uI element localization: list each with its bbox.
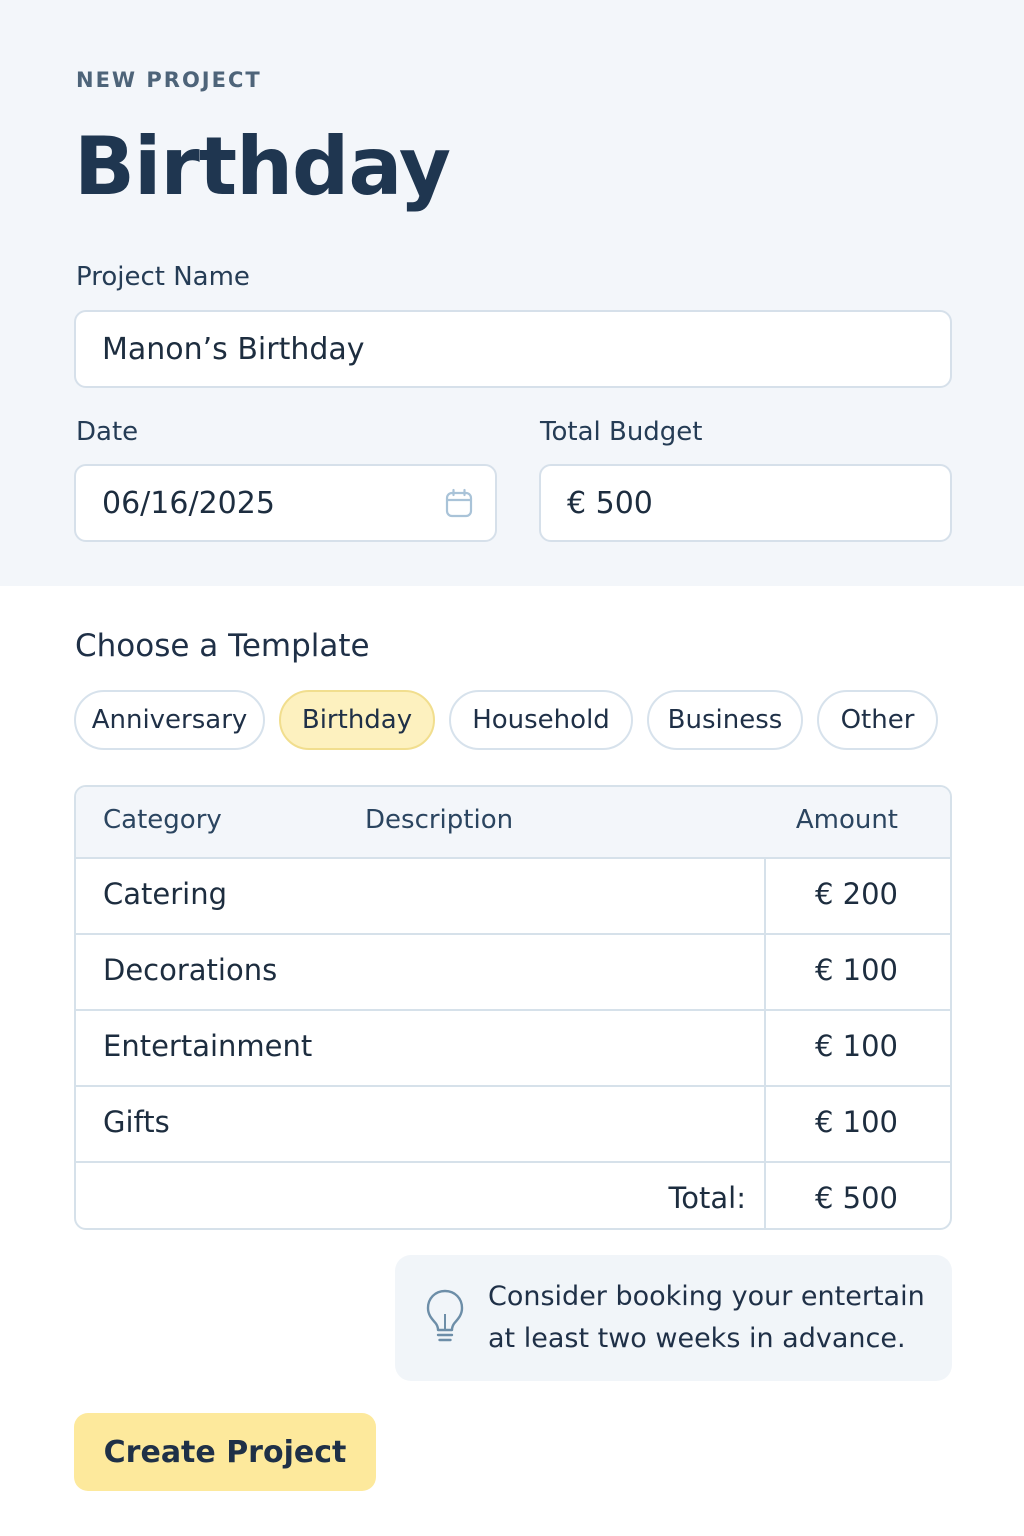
template-chip-other[interactable]: Other	[817, 690, 938, 750]
row-category: Entertainment	[103, 1029, 313, 1063]
row-category: Decorations	[103, 953, 278, 987]
row-category: Catering	[103, 877, 228, 911]
date-label: Date	[76, 417, 139, 447]
column-header-amount: Amount	[795, 805, 898, 835]
table-row[interactable]: Entertainment € 100	[76, 1009, 950, 1085]
project-name-input[interactable]: Manon’s Birthday	[74, 310, 952, 388]
calendar-icon[interactable]	[445, 488, 473, 518]
template-chip-business[interactable]: Business	[647, 690, 803, 750]
row-amount[interactable]: € 200	[815, 877, 898, 911]
tip-card: Consider booking your entertain at least…	[395, 1255, 952, 1381]
total-label: Total:	[668, 1181, 747, 1215]
project-name-label: Project Name	[76, 262, 250, 292]
row-category: Gifts	[103, 1105, 170, 1139]
budget-table: Category Description Amount Catering € 2…	[74, 785, 952, 1230]
budget-value: € 500	[567, 485, 653, 521]
tip-text-line-1: Consider booking your entertain	[488, 1281, 925, 1312]
row-amount[interactable]: € 100	[815, 1105, 898, 1139]
template-chip-household[interactable]: Household	[449, 690, 633, 750]
date-value: 06/16/2025	[102, 485, 275, 521]
header-panel: NEW PROJECT Birthday Project Name Manon’…	[0, 0, 1024, 586]
template-section-title: Choose a Template	[75, 628, 370, 664]
total-amount: € 500	[814, 1181, 898, 1215]
column-header-category: Category	[103, 805, 222, 835]
project-name-value: Manon’s Birthday	[102, 331, 365, 367]
page-title: Birthday	[74, 120, 451, 213]
budget-label: Total Budget	[540, 417, 703, 447]
table-row[interactable]: Decorations € 100	[76, 933, 950, 1009]
budget-input[interactable]: € 500	[539, 464, 952, 542]
template-chip-birthday[interactable]: Birthday	[279, 690, 435, 750]
table-row[interactable]: Catering € 200	[76, 857, 950, 933]
row-amount[interactable]: € 100	[815, 953, 898, 987]
lightbulb-icon	[426, 1289, 464, 1342]
table-header: Category Description Amount	[76, 787, 950, 857]
total-row: Total: € 500	[76, 1161, 950, 1228]
template-chip-anniversary[interactable]: Anniversary	[74, 690, 265, 750]
create-project-button[interactable]: Create Project	[74, 1413, 376, 1491]
tip-text-line-2: at least two weeks in advance.	[488, 1323, 906, 1354]
column-header-description: Description	[365, 805, 514, 835]
table-row[interactable]: Gifts € 100	[76, 1085, 950, 1161]
column-divider	[764, 857, 766, 1228]
page-eyebrow: NEW PROJECT	[76, 68, 262, 92]
date-input[interactable]: 06/16/2025	[74, 464, 497, 542]
row-amount[interactable]: € 100	[815, 1029, 898, 1063]
